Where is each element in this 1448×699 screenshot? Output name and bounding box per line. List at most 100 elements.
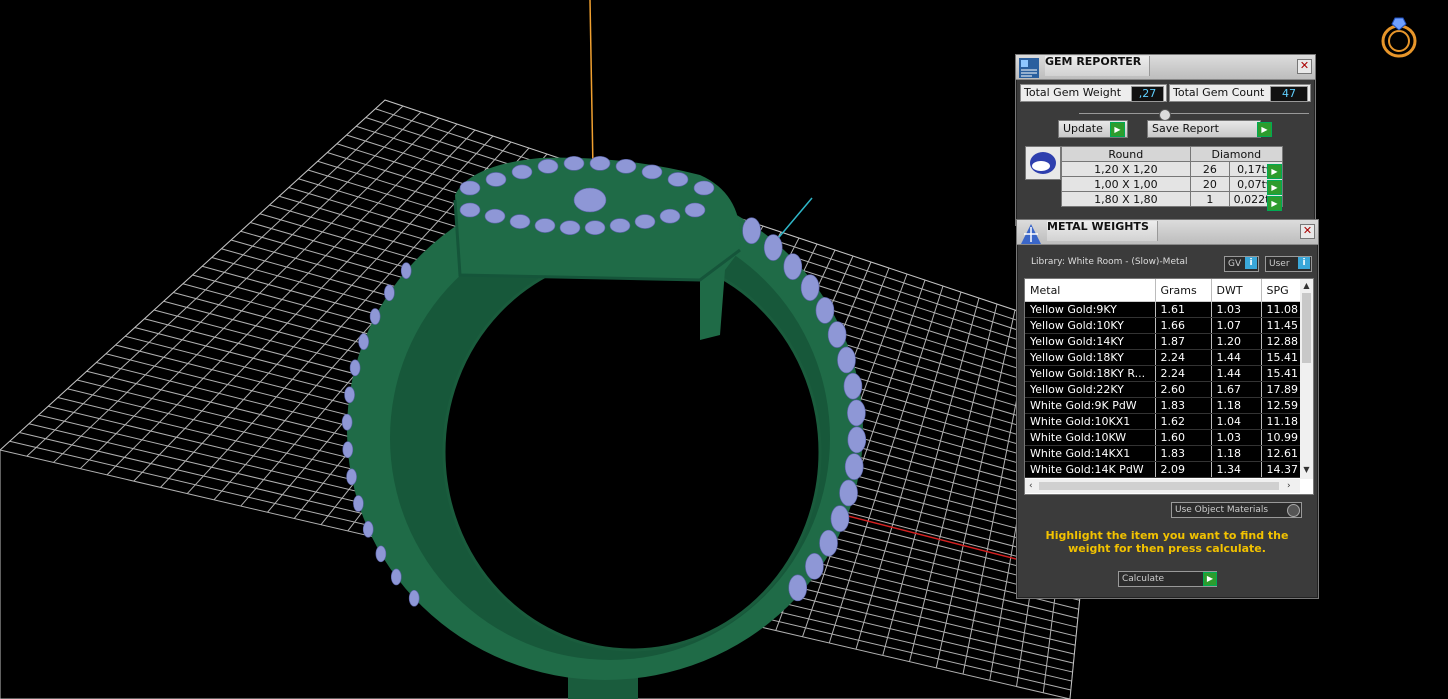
metal-row[interactable]: White Gold:9K PdW 1.83 1.18 12.59 [1025,397,1301,414]
metal-row[interactable]: White Gold:14KX1 1.83 1.18 12.61 [1025,445,1301,462]
metal-row[interactable]: Yellow Gold:22KY 2.60 1.67 17.89 [1025,381,1301,398]
metal-grams: 1.61 [1155,301,1212,318]
metal-weights-titlebar[interactable]: METAL WEIGHTS ✕ [1017,220,1318,245]
metal-row[interactable]: Yellow Gold:14KY 1.87 1.20 12.88 [1025,333,1301,350]
metal-dwt: 1.20 [1211,333,1262,350]
metal-dwt: 1.67 [1211,381,1262,398]
metal-grams: 1.83 [1155,397,1212,414]
gem-stone [369,308,381,325]
gem-stone [839,479,858,507]
gem-count: 1 [1189,191,1231,207]
metal-name: Yellow Gold:10KY [1025,317,1156,334]
dwt-col-header[interactable]: DWT [1211,279,1262,302]
metal-name: White Gold:10KW [1025,429,1156,446]
gem-stone [408,589,420,607]
gem-stone [815,297,835,324]
gem-stone [537,159,559,174]
metal-row[interactable]: Yellow Gold:18KY R... 2.24 1.44 15.41 [1025,365,1301,382]
metal-row[interactable]: Yellow Gold:10KY 1.66 1.07 11.45 [1025,317,1301,334]
ring-logo-icon[interactable] [1377,14,1421,60]
gem-stone [584,220,606,236]
gem-row-select-button[interactable]: ▶ [1267,164,1282,179]
metal-row[interactable]: Yellow Gold:18KY 2.24 1.44 15.41 [1025,349,1301,366]
gv-info-icon[interactable]: i [1245,257,1257,269]
metal-table-container[interactable]: Metal Grams DWT SPG Yellow Gold:9KY 1.61 1… [1024,278,1314,495]
gem-stone [827,321,847,348]
metal-spg: 14.37 [1261,461,1301,478]
metal-grams: 2.09 [1155,461,1212,478]
calculate-go-icon[interactable]: ▶ [1203,572,1217,586]
scroll-left-icon[interactable]: ‹ [1029,479,1033,493]
hscroll-thumb[interactable] [1039,482,1279,490]
metal-row[interactable]: White Gold:10KW 1.60 1.03 10.99 [1025,429,1301,446]
metal-dwt: 1.04 [1211,413,1262,430]
metal-grams: 1.66 [1155,317,1212,334]
gem-reporter-panel: GEM REPORTER ✕ Total Gem Weight ,27 Tota… [1015,54,1316,226]
total-gem-count-value[interactable]: 47 [1270,86,1308,102]
metal-spg: 11.08 [1261,301,1301,318]
use-object-materials-toggle-icon[interactable] [1287,504,1300,517]
diamond-thumbnail[interactable] [1025,146,1061,180]
metal-dwt: 1.44 [1211,349,1262,366]
metal-spg: 15.41 [1261,349,1301,366]
gem-row[interactable]: 1,80 X 1,80 1 0,022tw [1061,191,1283,207]
scroll-right-icon[interactable]: › [1287,479,1291,493]
gem-stone [800,274,820,301]
gem-stone [484,208,506,224]
metal-table: Metal Grams DWT SPG Yellow Gold:9KY 1.61 1… [1025,279,1301,478]
update-go-icon[interactable]: ▶ [1110,122,1125,137]
user-info-icon[interactable]: i [1298,257,1310,269]
gem-row[interactable]: 1,20 X 1,20 26 0,17tw [1061,161,1283,177]
gem-stone [344,386,355,404]
metal-row[interactable]: Yellow Gold:9KY 1.61 1.03 11.08 [1025,301,1301,318]
save-report-go-icon[interactable]: ▶ [1257,122,1272,137]
gem-stone [559,220,581,236]
spg-col-header[interactable]: SPG [1261,279,1301,302]
metal-name: Yellow Gold:22KY [1025,381,1156,398]
metal-grams: 2.24 [1155,365,1212,382]
gem-stone [362,520,374,538]
metal-row[interactable]: White Gold:10KX1 1.62 1.04 11.18 [1025,413,1301,430]
scroll-down-icon[interactable]: ▼ [1300,465,1313,474]
gem-row-select-button[interactable]: ▶ [1267,196,1282,211]
gem-reporter-close-button[interactable]: ✕ [1297,59,1312,74]
gem-slider[interactable] [1079,109,1309,121]
gem-stone [667,172,689,187]
save-report-button[interactable]: Save Report [1147,120,1261,138]
scale-icon [1019,222,1041,244]
use-object-materials-field[interactable]: Use Object Materials [1171,502,1302,518]
gem-stone [742,217,761,245]
vscroll-thumb[interactable] [1302,293,1311,363]
gem-stone [843,372,863,400]
gem-stone [641,164,663,180]
metal-spg: 12.61 [1261,445,1301,462]
metal-dwt: 1.18 [1211,397,1262,414]
gem-stone [684,202,706,218]
metal-weights-close-button[interactable]: ✕ [1300,224,1315,239]
gem-stone [589,156,611,171]
gem-row[interactable]: 1,00 X 1,00 20 0,07tw [1061,176,1283,192]
scroll-up-icon[interactable]: ▲ [1300,281,1313,290]
gem-row-select-button[interactable]: ▶ [1267,180,1282,195]
gem-shape-header: Round [1061,146,1191,162]
total-gem-weight-value[interactable]: ,27 [1131,86,1164,102]
metal-grams: 2.60 [1155,381,1212,398]
gem-stone [573,187,607,213]
gem-stone [400,262,412,279]
metal-col-header[interactable]: Metal [1025,279,1156,302]
grams-col-header[interactable]: Grams [1155,279,1212,302]
gem-reporter-titlebar[interactable]: GEM REPORTER ✕ [1016,55,1315,80]
gem-stone [805,553,824,580]
gem-stone [609,218,631,233]
gem-stone [375,545,387,563]
metal-grams: 1.83 [1155,445,1212,462]
metal-name: Yellow Gold:18KY R... [1025,365,1156,382]
metal-row[interactable]: White Gold:14K PdW 2.09 1.34 14.37 [1025,461,1301,478]
ring-model[interactable] [341,156,867,699]
metal-weights-title: METAL WEIGHTS [1047,221,1158,241]
metal-weights-panel: METAL WEIGHTS ✕ Library: White Room - (S… [1016,219,1319,599]
metal-table-vscroll[interactable]: ▲ ▼ [1300,279,1313,479]
metal-spg: 17.89 [1261,381,1301,398]
metal-table-hscroll[interactable]: ‹ › [1025,479,1300,493]
metal-name: Yellow Gold:14KY [1025,333,1156,350]
